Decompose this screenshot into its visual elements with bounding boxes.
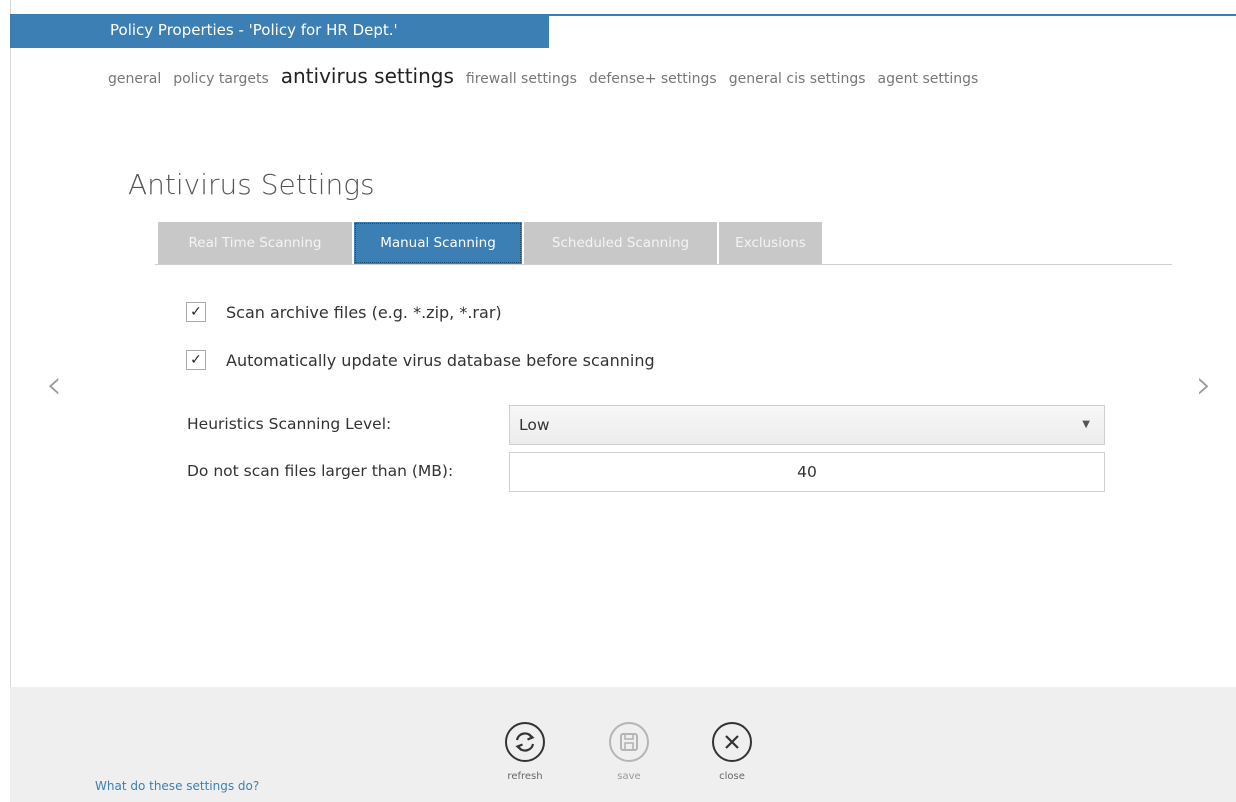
nav-agent-settings[interactable]: agent settings bbox=[878, 71, 979, 87]
nav-firewall-settings[interactable]: firewall settings bbox=[466, 71, 577, 87]
close-icon bbox=[712, 722, 752, 762]
section-nav: general policy targets antivirus setting… bbox=[108, 64, 990, 94]
nav-general-cis-settings[interactable]: general cis settings bbox=[729, 71, 866, 87]
close-button[interactable]: close bbox=[702, 722, 762, 782]
tab-real-time-scanning[interactable]: Real Time Scanning bbox=[158, 222, 352, 264]
previous-arrow-icon[interactable]: ‹ bbox=[46, 362, 62, 408]
close-label: close bbox=[719, 771, 745, 782]
save-label: save bbox=[617, 771, 641, 782]
tab-scheduled-scanning[interactable]: Scheduled Scanning bbox=[524, 222, 717, 264]
settings-tabs: Real Time Scanning Manual Scanning Sched… bbox=[155, 222, 1172, 265]
window-title-bar: Policy Properties - 'Policy for HR Dept.… bbox=[10, 14, 549, 48]
page-title: Antivirus Settings bbox=[128, 168, 375, 201]
refresh-icon bbox=[505, 722, 545, 762]
tab-exclusions[interactable]: Exclusions bbox=[719, 222, 822, 264]
heuristics-label: Heuristics Scanning Level: bbox=[187, 415, 392, 433]
save-button[interactable]: save bbox=[599, 722, 659, 782]
max-size-input[interactable]: 40 bbox=[509, 452, 1105, 492]
next-arrow-icon[interactable]: › bbox=[1196, 362, 1212, 408]
window-title: Policy Properties - 'Policy for HR Dept.… bbox=[110, 21, 398, 39]
nav-defense-settings[interactable]: defense+ settings bbox=[589, 71, 717, 87]
scan-archive-label: Scan archive files (e.g. *.zip, *.rar) bbox=[226, 302, 502, 322]
heuristics-selected-value: Low bbox=[519, 416, 550, 434]
tab-manual-scanning[interactable]: Manual Scanning bbox=[354, 222, 522, 264]
left-edge bbox=[0, 0, 11, 802]
auto-update-checkbox[interactable]: ✓ bbox=[186, 350, 206, 370]
nav-policy-targets[interactable]: policy targets bbox=[173, 71, 269, 87]
nav-antivirus-settings[interactable]: antivirus settings bbox=[281, 64, 454, 88]
auto-update-label: Automatically update virus database befo… bbox=[226, 350, 655, 370]
heuristics-select[interactable]: Low ▼ bbox=[509, 405, 1105, 445]
refresh-button[interactable]: refresh bbox=[495, 722, 555, 782]
help-link[interactable]: What do these settings do? bbox=[95, 779, 259, 793]
save-icon bbox=[609, 722, 649, 762]
scan-archive-checkbox[interactable]: ✓ bbox=[186, 302, 206, 322]
auto-update-option: ✓ Automatically update virus database be… bbox=[186, 350, 655, 370]
title-bar-accent-line bbox=[549, 14, 1236, 16]
dropdown-caret-icon: ▼ bbox=[1082, 419, 1090, 430]
scan-archive-option: ✓ Scan archive files (e.g. *.zip, *.rar) bbox=[186, 302, 502, 322]
nav-general[interactable]: general bbox=[108, 71, 161, 87]
max-size-label: Do not scan files larger than (MB): bbox=[187, 462, 454, 480]
refresh-label: refresh bbox=[507, 771, 543, 782]
